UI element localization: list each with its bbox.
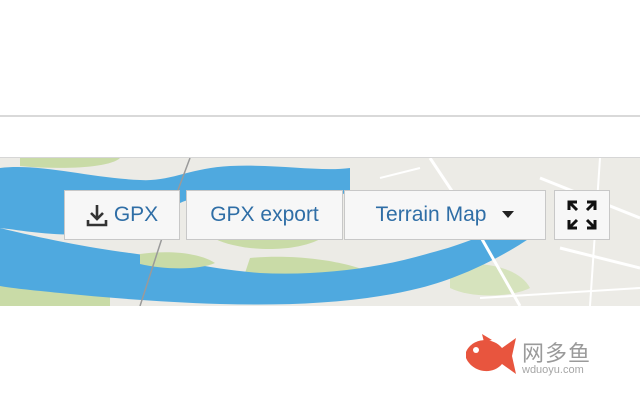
gpx-export-button[interactable]: GPX export bbox=[186, 190, 343, 240]
expand-icon bbox=[566, 199, 598, 231]
fullscreen-button[interactable] bbox=[554, 190, 610, 240]
watermark: 网多鱼 wduoyu.com bbox=[462, 330, 622, 382]
caret-down-icon bbox=[502, 211, 515, 219]
header-divider bbox=[0, 115, 640, 117]
gpx-export-label: GPX export bbox=[210, 203, 319, 226]
map-type-dropdown[interactable]: Terrain Map bbox=[344, 190, 546, 240]
map-type-label: Terrain Map bbox=[375, 203, 487, 226]
download-icon bbox=[86, 203, 108, 227]
watermark-url: wduoyu.com bbox=[522, 364, 584, 376]
gpx-download-button[interactable]: GPX bbox=[64, 190, 180, 240]
gpx-label: GPX bbox=[113, 203, 159, 226]
